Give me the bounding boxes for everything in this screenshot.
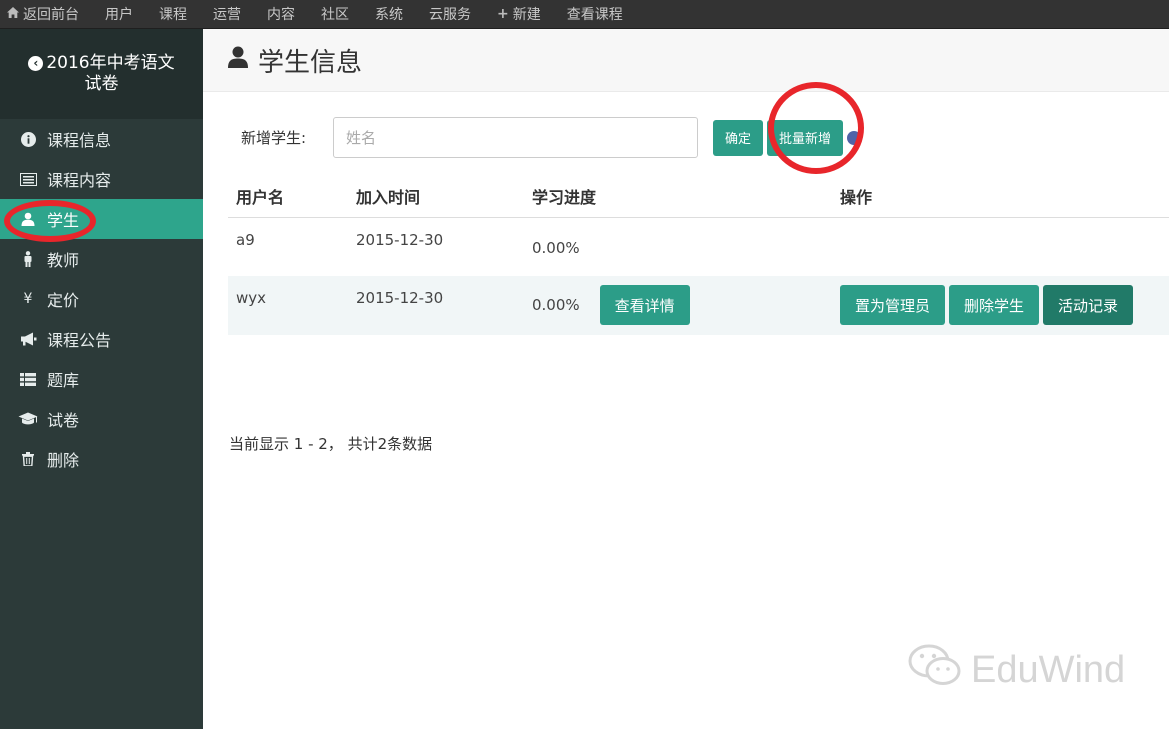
view-details-button[interactable]: 查看详情 — [599, 285, 690, 325]
nav-operations[interactable]: 运营 — [213, 4, 241, 24]
sidebar-item-label: 题库 — [47, 371, 80, 390]
nav-label: 新建 — [512, 7, 541, 23]
sidebar-item-delete[interactable]: 删除 — [0, 439, 203, 479]
sidebar-item-pricing[interactable]: ¥ 定价 — [0, 279, 203, 319]
add-student-form: 新增学生: 确定 批量新增 — [241, 117, 862, 158]
nav-label: 云服务 — [429, 7, 471, 23]
sidebar-item-label: 定价 — [47, 291, 80, 310]
trash-icon — [18, 452, 38, 466]
person-icon — [18, 251, 38, 267]
sidebar-menu: 课程信息 课程内容 学生 教师 ¥ 定价 课程公告 题库 试卷 删除 — [0, 119, 203, 479]
sidebar-item-label: 课程内容 — [47, 171, 112, 190]
table-icon — [18, 372, 38, 386]
graduation-cap-icon — [18, 412, 38, 426]
nav-community[interactable]: 社区 — [321, 4, 349, 24]
nav-label: 社区 — [321, 7, 349, 23]
course-title-link[interactable]: ‹ 2016年中考语文试卷 — [0, 29, 203, 119]
help-icon[interactable] — [847, 130, 862, 145]
sidebar-item-question-bank[interactable]: 题库 — [0, 359, 203, 399]
sidebar-item-label: 删除 — [47, 451, 80, 470]
username-cell: a9 — [236, 230, 255, 249]
add-student-label: 新增学生: — [241, 129, 307, 147]
joined-cell: 2015-12-30 — [348, 276, 524, 335]
page-header: 学生信息 — [203, 29, 1169, 92]
sidebar: ‹ 2016年中考语文试卷 课程信息 课程内容 学生 教师 ¥ 定价 课程公告 … — [0, 29, 203, 729]
table-row: a9 2015-12-30 0.00% — [228, 217, 1169, 276]
progress-cell: 0.00% 查看详情 — [524, 276, 832, 335]
students-table: 用户名 加入时间 学习进度 操作 a9 2015-12-30 0.00% wyx… — [228, 175, 1169, 335]
sidebar-item-label: 课程公告 — [47, 331, 112, 350]
activity-log-button[interactable]: 活动记录 — [1043, 285, 1134, 325]
wechat-logo-icon — [907, 642, 963, 698]
user-icon — [18, 212, 38, 226]
nav-label: 用户 — [105, 7, 133, 23]
pagination-info: 当前显示 1 - 2， 共计2条数据 — [229, 435, 433, 453]
sidebar-item-label: 课程信息 — [47, 131, 112, 150]
actions-cell — [832, 217, 1169, 276]
sidebar-item-course-info[interactable]: 课程信息 — [0, 119, 203, 159]
table-header-row: 用户名 加入时间 学习进度 操作 — [228, 175, 1169, 218]
sidebar-item-students[interactable]: 学生 — [0, 199, 203, 239]
nav-view-course[interactable]: 查看课程 — [567, 4, 623, 24]
nav-system[interactable]: 系统 — [375, 4, 403, 24]
user-icon — [228, 45, 248, 75]
column-header-actions: 操作 — [832, 175, 1169, 218]
sidebar-item-label: 学生 — [47, 211, 80, 230]
sidebar-item-course-content[interactable]: 课程内容 — [0, 159, 203, 199]
course-title: 2016年中考语文试卷 — [46, 53, 175, 94]
nav-cloud-service[interactable]: 云服务 — [429, 4, 471, 24]
progress-value: 0.00% — [532, 296, 580, 314]
username-cell: wyx — [228, 276, 348, 335]
plus-icon: + — [497, 6, 509, 22]
nav-back-to-frontend[interactable]: 返回前台 — [7, 4, 79, 24]
nav-label: 查看课程 — [566, 7, 623, 23]
main-content: 学生信息 新增学生: 确定 批量新增 用户名 加入时间 学习进度 操作 a9 2… — [203, 29, 1169, 729]
table-row: wyx 2015-12-30 0.00% 查看详情 置为管理员 删除学生 活动记… — [228, 276, 1169, 335]
nav-content[interactable]: 内容 — [267, 4, 295, 24]
top-navbar: 返回前台 用户 课程 运营 内容 社区 系统 云服务 + 新建 查看课程 — [0, 0, 1169, 29]
sidebar-item-label: 试卷 — [47, 411, 80, 430]
nav-label: 课程 — [159, 7, 187, 23]
nav-label: 运营 — [213, 7, 241, 23]
confirm-button[interactable]: 确定 — [713, 119, 764, 156]
batch-add-button[interactable]: 批量新增 — [767, 119, 844, 156]
page-title: 学生信息 — [258, 47, 363, 78]
sidebar-item-exam-papers[interactable]: 试卷 — [0, 399, 203, 439]
nav-courses[interactable]: 课程 — [159, 4, 187, 24]
chevron-left-icon: ‹ — [28, 56, 44, 71]
yen-icon: ¥ — [23, 291, 33, 307]
sidebar-item-label: 教师 — [47, 251, 80, 270]
nav-label: 内容 — [267, 7, 295, 23]
nav-users[interactable]: 用户 — [105, 4, 133, 24]
joined-cell: 2015-12-30 — [356, 230, 444, 249]
nav-label: 系统 — [375, 7, 403, 23]
set-admin-button[interactable]: 置为管理员 — [840, 285, 946, 325]
nav-label: 返回前台 — [23, 7, 79, 23]
progress-cell: 0.00% — [524, 217, 832, 276]
watermark: EduWind — [907, 642, 1125, 698]
progress-value: 0.00% — [532, 238, 580, 257]
list-icon — [18, 172, 38, 186]
sidebar-item-announcements[interactable]: 课程公告 — [0, 319, 203, 359]
column-header-username: 用户名 — [228, 175, 348, 218]
delete-student-button[interactable]: 删除学生 — [949, 285, 1040, 325]
student-name-input[interactable] — [333, 117, 698, 158]
info-icon — [18, 131, 38, 147]
watermark-text: EduWind — [971, 648, 1126, 691]
nav-new[interactable]: + 新建 — [497, 4, 541, 24]
actions-cell: 置为管理员 删除学生 活动记录 — [832, 276, 1169, 335]
sidebar-item-teachers[interactable]: 教师 — [0, 239, 203, 279]
column-header-progress: 学习进度 — [524, 175, 832, 218]
bullhorn-icon — [18, 332, 38, 346]
home-icon — [7, 7, 19, 21]
column-header-joined: 加入时间 — [348, 175, 524, 218]
